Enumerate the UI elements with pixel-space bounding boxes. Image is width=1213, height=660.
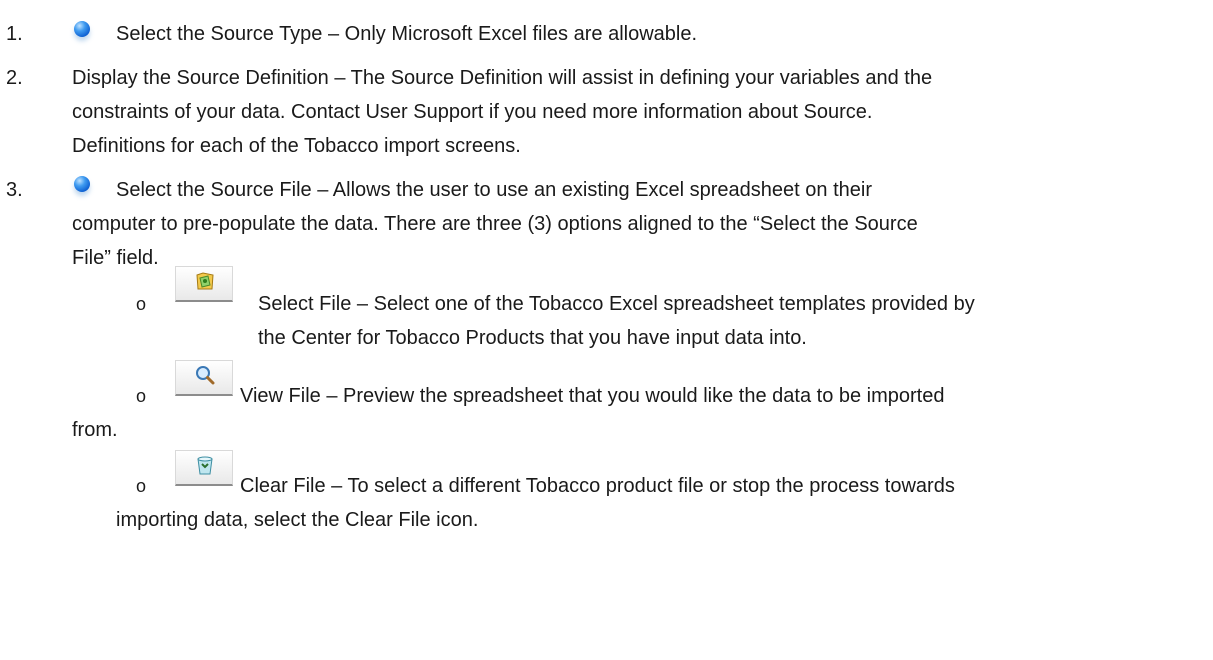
- clear-file-text-line: Clear File – To select a different Tobac…: [240, 475, 955, 497]
- view-file-icon: [175, 360, 233, 396]
- view-file-text-line: View File – Preview the spreadsheet that…: [240, 385, 945, 407]
- option-bullet: o: [136, 476, 147, 496]
- clear-file-text-line: importing data, select the Clear File ic…: [116, 509, 479, 531]
- step-number: 1.: [6, 23, 23, 45]
- blue-dot-icon: [74, 21, 90, 37]
- step-number: 3.: [6, 179, 23, 201]
- step-number: 2.: [6, 67, 23, 89]
- step-1-text: Select the Source Type – Only Microsoft …: [116, 23, 698, 45]
- view-file-text-line: from.: [72, 419, 118, 441]
- step-3-text-line: Select the Source File – Allows the user…: [116, 179, 872, 201]
- select-file-text-line: the Center for Tobacco Products that you…: [258, 327, 807, 349]
- blue-dot-icon: [74, 176, 90, 192]
- step-2-text-line: Definitions for each of the Tobacco impo…: [72, 135, 521, 157]
- select-file-icon: [175, 266, 233, 302]
- select-file-text-line: Select File – Select one of the Tobacco …: [258, 293, 975, 315]
- step-3-text-line: File” field.: [72, 247, 159, 269]
- option-bullet: o: [136, 294, 147, 314]
- option-bullet: o: [136, 386, 147, 406]
- step-3-text-line: computer to pre-populate the data. There…: [72, 213, 918, 235]
- step-2-text-line: Display the Source Definition – The Sour…: [72, 67, 933, 89]
- clear-file-icon: [175, 450, 233, 486]
- document-page: 1. Select the Source Type – Only Microso…: [0, 0, 1213, 660]
- step-2-text-line: constraints of your data. Contact User S…: [72, 101, 873, 123]
